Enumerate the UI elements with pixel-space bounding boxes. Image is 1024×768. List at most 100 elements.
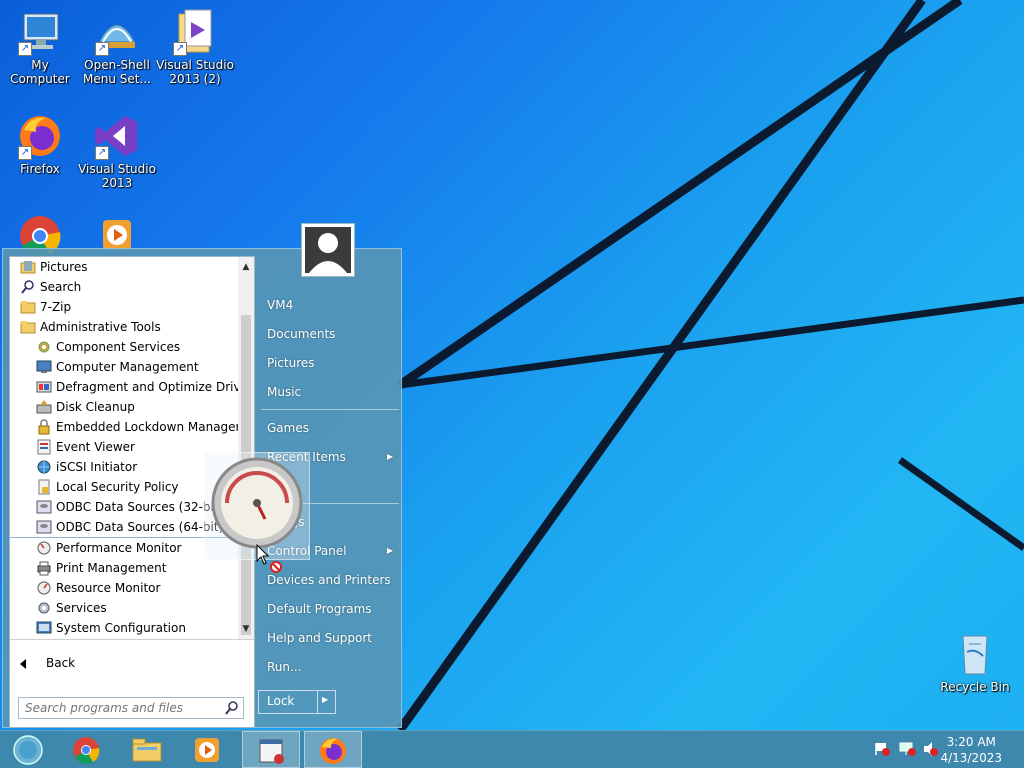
link-run[interactable]: Run...: [261, 655, 399, 679]
back-arrow-icon: [20, 658, 26, 669]
icon-label: Firefox: [20, 162, 60, 176]
list-item-resource-monitor[interactable]: Resource Monitor: [10, 578, 238, 598]
list-item-disk-cleanup[interactable]: Disk Cleanup: [10, 397, 238, 417]
search-icon[interactable]: [225, 701, 239, 715]
event-viewer-icon: [36, 439, 52, 455]
link-label: Pictures: [267, 356, 315, 370]
start-menu: Pictures Search 7-Zip Administrative Too…: [2, 223, 402, 728]
item-label: ODBC Data Sources (64-bit): [56, 520, 224, 534]
shutdown-options-arrow-icon[interactable]: ▶: [322, 695, 328, 704]
search-input[interactable]: [25, 700, 215, 716]
user-picture[interactable]: [301, 223, 355, 277]
no-drop-icon: [270, 561, 282, 573]
volume-muted-icon[interactable]: [924, 742, 938, 756]
computer-management-icon: [36, 359, 52, 375]
list-item-embedded-lockdown[interactable]: Embedded Lockdown Manager: [10, 417, 238, 437]
folder-icon: [20, 299, 36, 315]
link-documents[interactable]: Documents: [261, 322, 399, 346]
item-label: Performance Monitor: [56, 541, 182, 555]
desktop-icon-recycle-bin[interactable]: Recycle Bin: [935, 630, 1015, 694]
visual-studio-icon: ↗: [93, 112, 141, 160]
back-button[interactable]: Back: [20, 653, 75, 673]
list-item-services[interactable]: Services: [10, 598, 238, 618]
link-label: Run...: [267, 660, 302, 674]
link-vm4[interactable]: VM4: [261, 293, 399, 317]
desktop-icon-firefox[interactable]: ↗ Firefox: [0, 112, 80, 176]
list-item-pictures[interactable]: Pictures: [10, 257, 238, 277]
lock-button[interactable]: Lock ▶: [258, 690, 336, 714]
lock-icon: [36, 418, 52, 435]
taskbar: 3:20 AM 4/13/2023: [0, 730, 1024, 768]
item-label: Pictures: [40, 260, 88, 274]
search-box[interactable]: [18, 697, 244, 719]
media-player-icon: [195, 738, 219, 762]
icon-label: Visual Studio 2013 (2): [156, 58, 234, 86]
item-label: System Configuration: [56, 621, 186, 635]
item-label: Search: [40, 280, 82, 294]
item-label: iSCSI Initiator: [56, 460, 138, 474]
start-orb-icon: [13, 735, 43, 765]
icon-label: Recycle Bin: [940, 680, 1010, 694]
list-item-print-management[interactable]: Print Management: [10, 558, 238, 578]
link-label: Music: [267, 385, 302, 399]
item-label: ODBC Data Sources (32-bit): [56, 500, 224, 514]
item-label: 7-Zip: [40, 300, 72, 314]
scroll-down-arrow-icon[interactable]: ▼: [238, 621, 254, 637]
link-help-and-support[interactable]: Help and Support: [261, 626, 399, 650]
link-music[interactable]: Music: [261, 380, 399, 404]
submenu-arrow-icon: ▶: [386, 546, 393, 555]
application-window-icon: [259, 739, 284, 764]
computer-icon: ↗: [16, 8, 64, 56]
network-icon[interactable]: [899, 742, 916, 756]
services-gear-icon: [36, 600, 52, 616]
desktop-icon-visual-studio-2[interactable]: ↗ Visual Studio 2013 (2): [155, 8, 235, 86]
list-item-administrative-tools[interactable]: Administrative Tools: [10, 317, 238, 337]
clock-date: 4/13/2023: [940, 751, 1002, 765]
taskbar-media-player[interactable]: [178, 731, 236, 768]
resource-monitor-icon: [36, 580, 52, 596]
divider: [261, 409, 399, 410]
link-pictures[interactable]: Pictures: [261, 351, 399, 375]
item-label: Services: [56, 601, 107, 615]
desktop-icon-visual-studio[interactable]: ↗ Visual Studio 2013: [77, 112, 157, 190]
desktop-icon-open-shell[interactable]: ↗ Open-Shell Menu Set...: [77, 8, 157, 86]
taskbar-chrome[interactable]: [58, 731, 116, 768]
taskbar-explorer[interactable]: [118, 731, 176, 768]
taskbar-app-active[interactable]: [242, 731, 300, 768]
programs-scrollbar[interactable]: ▲ ▼: [238, 257, 254, 639]
taskbar-firefox[interactable]: [304, 731, 362, 768]
system-configuration-icon: [36, 620, 52, 636]
link-label: Help and Support: [267, 631, 372, 645]
gear-icon: [36, 339, 52, 355]
item-label: Local Security Policy: [56, 480, 179, 494]
clock[interactable]: 3:20 AM 4/13/2023: [940, 734, 1002, 766]
shell-icon: ↗: [93, 8, 141, 56]
list-item-search[interactable]: Search: [10, 277, 238, 297]
item-label: Print Management: [56, 561, 167, 575]
desktop-icon-my-computer[interactable]: ↗ My Computer: [0, 8, 80, 86]
list-item-system-configuration[interactable]: System Configuration: [10, 618, 238, 638]
item-label: Administrative Tools: [40, 320, 161, 334]
link-games[interactable]: Games: [261, 416, 399, 440]
start-button[interactable]: [0, 731, 58, 768]
programs-list: Pictures Search 7-Zip Administrative Too…: [10, 257, 238, 639]
back-label: Back: [46, 656, 76, 670]
list-item-component-services[interactable]: Component Services: [10, 337, 238, 357]
list-item-defragment[interactable]: Defragment and Optimize Drives: [10, 377, 238, 397]
globe-icon: [36, 459, 52, 475]
printer-icon: [36, 560, 52, 576]
link-default-programs[interactable]: Default Programs: [261, 597, 399, 621]
list-item-7zip[interactable]: 7-Zip: [10, 297, 238, 317]
list-item-computer-management[interactable]: Computer Management: [10, 357, 238, 377]
scroll-up-arrow-icon[interactable]: ▲: [238, 259, 254, 275]
item-label: Resource Monitor: [56, 581, 161, 595]
submenu-arrow-icon: ▶: [386, 452, 393, 461]
folder-vs-icon: ↗: [171, 8, 219, 56]
folder-icon: [20, 319, 36, 335]
search-icon: [20, 279, 36, 295]
folder-icon: [20, 259, 36, 275]
action-center-flag-icon[interactable]: [875, 743, 890, 756]
link-label: Games: [267, 421, 309, 435]
item-label: Computer Management: [56, 360, 199, 374]
chrome-icon: [73, 737, 100, 764]
